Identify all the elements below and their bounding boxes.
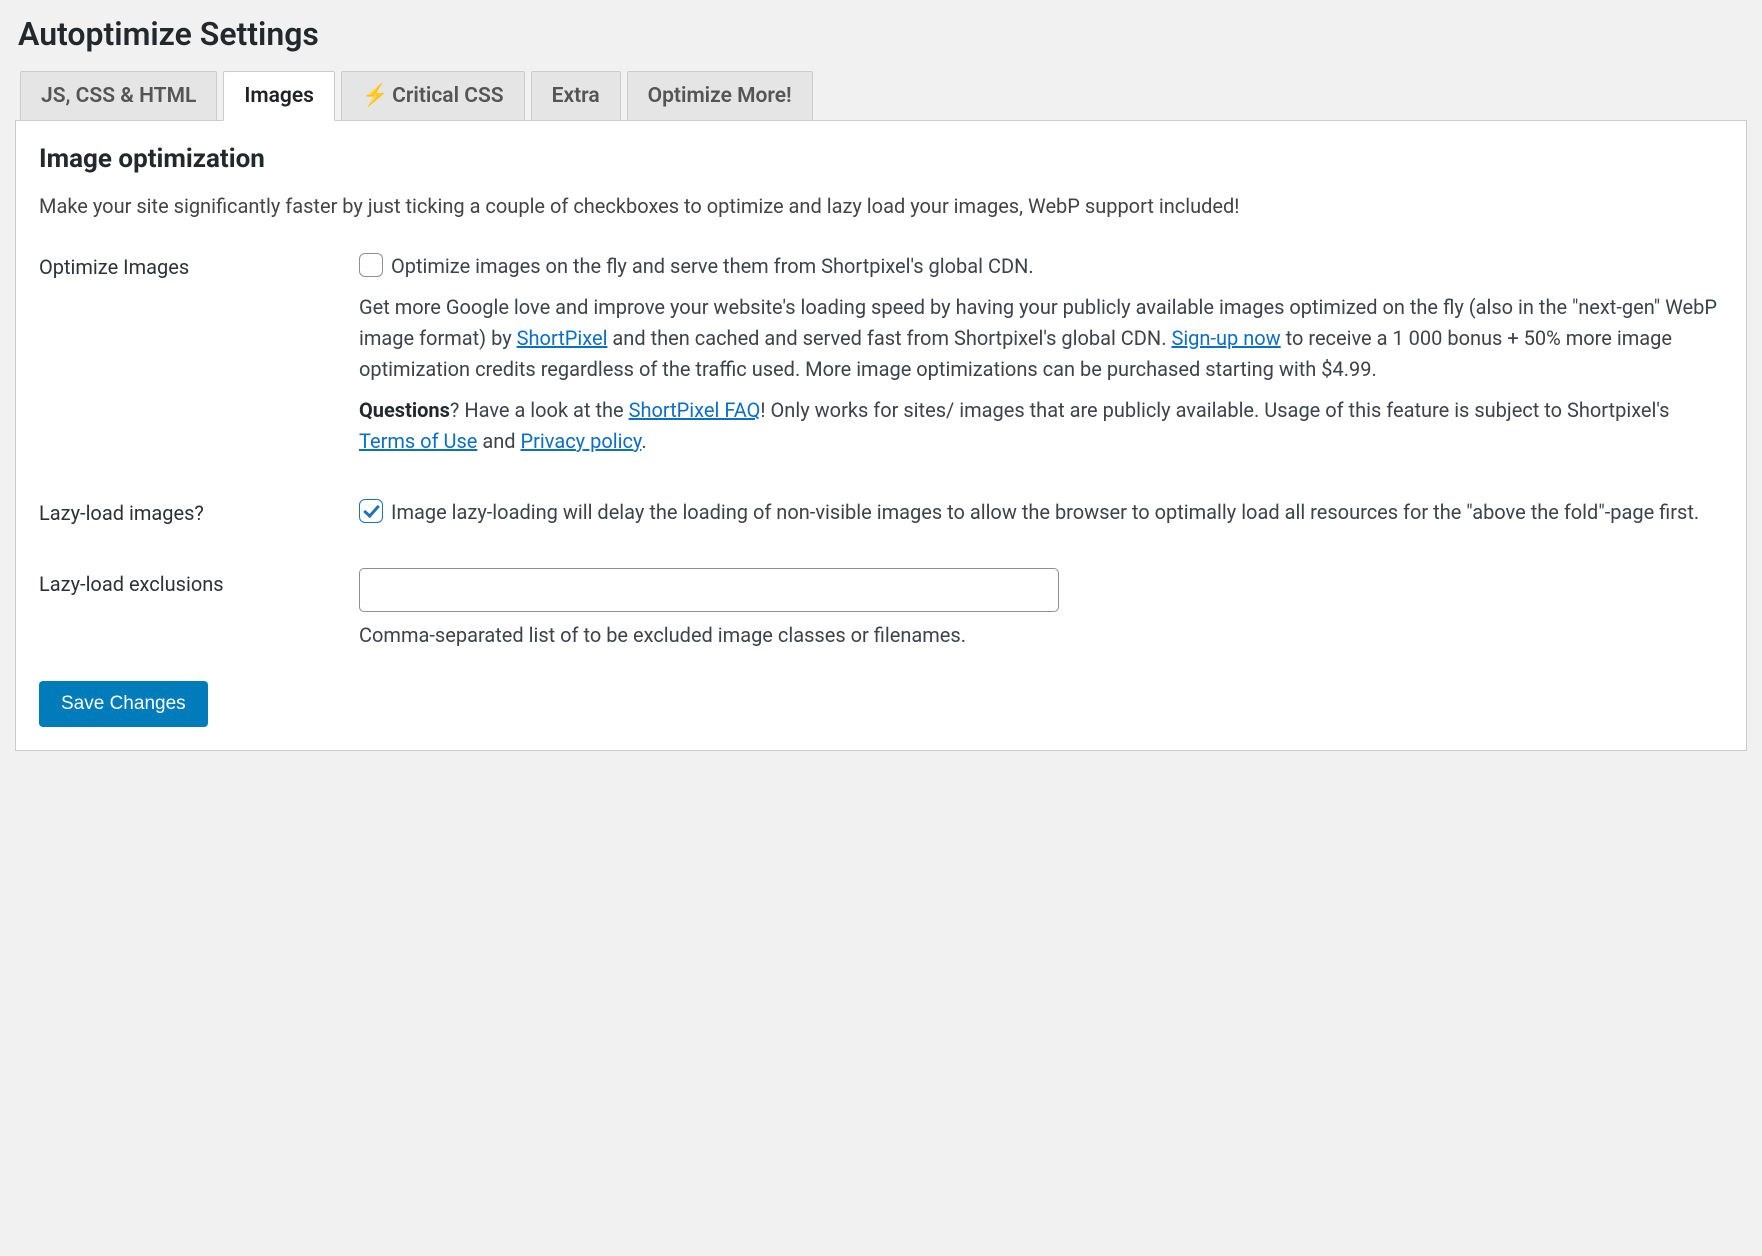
shortpixel-link[interactable]: ShortPixel <box>517 326 608 350</box>
row-lazy-load: Lazy-load images? Image lazy-loading wil… <box>39 497 1723 528</box>
terms-link[interactable]: Terms of Use <box>359 429 477 453</box>
lazy-load-checkbox[interactable] <box>359 499 383 523</box>
signup-link[interactable]: Sign-up now <box>1171 326 1280 350</box>
settings-panel: Image optimization Make your site signif… <box>15 121 1747 751</box>
optimize-images-label: Optimize Images <box>39 251 359 279</box>
tab-critical-css[interactable]: ⚡Critical CSS <box>341 71 525 120</box>
lazy-load-checkbox-label: Image lazy-loading will delay the loadin… <box>391 497 1699 528</box>
section-title: Image optimization <box>39 144 1723 174</box>
row-optimize-images: Optimize Images Optimize images on the f… <box>39 251 1723 457</box>
tab-extra[interactable]: Extra <box>531 71 621 120</box>
save-button[interactable]: Save Changes <box>39 681 208 727</box>
lazy-load-label: Lazy-load images? <box>39 497 359 525</box>
exclusions-label: Lazy-load exclusions <box>39 568 359 596</box>
exclusions-help: Comma-separated list of to be excluded i… <box>359 620 1723 651</box>
page-title: Autoptimize Settings <box>15 15 1747 53</box>
lightning-icon: ⚡ <box>362 84 388 108</box>
optimize-images-help-2: Questions? Have a look at the ShortPixel… <box>359 395 1723 457</box>
tab-critical-css-label: Critical CSS <box>392 84 504 108</box>
tabs-nav: JS, CSS & HTML Images ⚡Critical CSS Extr… <box>15 71 1747 121</box>
privacy-link[interactable]: Privacy policy <box>521 429 642 453</box>
tab-optimize-more[interactable]: Optimize More! <box>627 71 813 120</box>
tab-images[interactable]: Images <box>223 71 335 121</box>
optimize-images-checkbox[interactable] <box>359 253 383 277</box>
section-description: Make your site significantly faster by j… <box>39 192 1723 221</box>
tab-js-css-html[interactable]: JS, CSS & HTML <box>20 71 217 120</box>
faq-link[interactable]: ShortPixel FAQ <box>629 398 761 422</box>
row-exclusions: Lazy-load exclusions Comma-separated lis… <box>39 568 1723 651</box>
optimize-images-help-1: Get more Google love and improve your we… <box>359 292 1723 385</box>
optimize-images-checkbox-label: Optimize images on the fly and serve the… <box>391 251 1034 282</box>
exclusions-input[interactable] <box>359 568 1059 612</box>
